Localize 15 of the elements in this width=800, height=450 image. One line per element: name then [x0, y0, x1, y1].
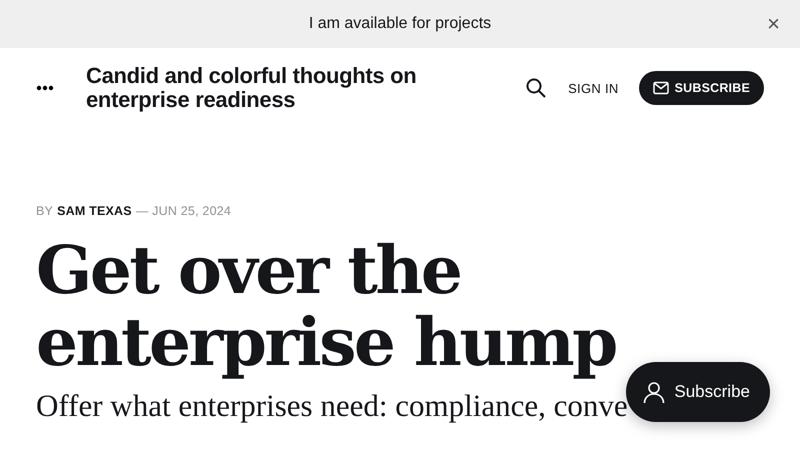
floating-subscribe-button[interactable]: Subscribe	[626, 362, 770, 422]
post-date: — JUN 25, 2024	[136, 204, 232, 218]
subscribe-button[interactable]: SUBSCRIBE	[638, 71, 764, 105]
author-link[interactable]: SAM TEXAS	[57, 204, 132, 218]
site-title[interactable]: Candid and colorful thoughts on enterprise readiness	[86, 64, 486, 112]
menu-icon[interactable]	[36, 85, 54, 91]
user-icon	[642, 380, 666, 404]
byline-label: BY	[36, 204, 54, 218]
envelope-icon	[652, 81, 669, 95]
post-title: Get over the enterprise hump	[36, 234, 617, 378]
close-button[interactable]: ×	[763, 12, 784, 36]
search-icon[interactable]	[526, 78, 546, 98]
sign-in-link[interactable]: SIGN IN	[568, 80, 619, 96]
post-excerpt: Offer what enterprises need: compliance, conve	[36, 388, 628, 424]
announcement-text: I am available for projects	[308, 15, 492, 33]
